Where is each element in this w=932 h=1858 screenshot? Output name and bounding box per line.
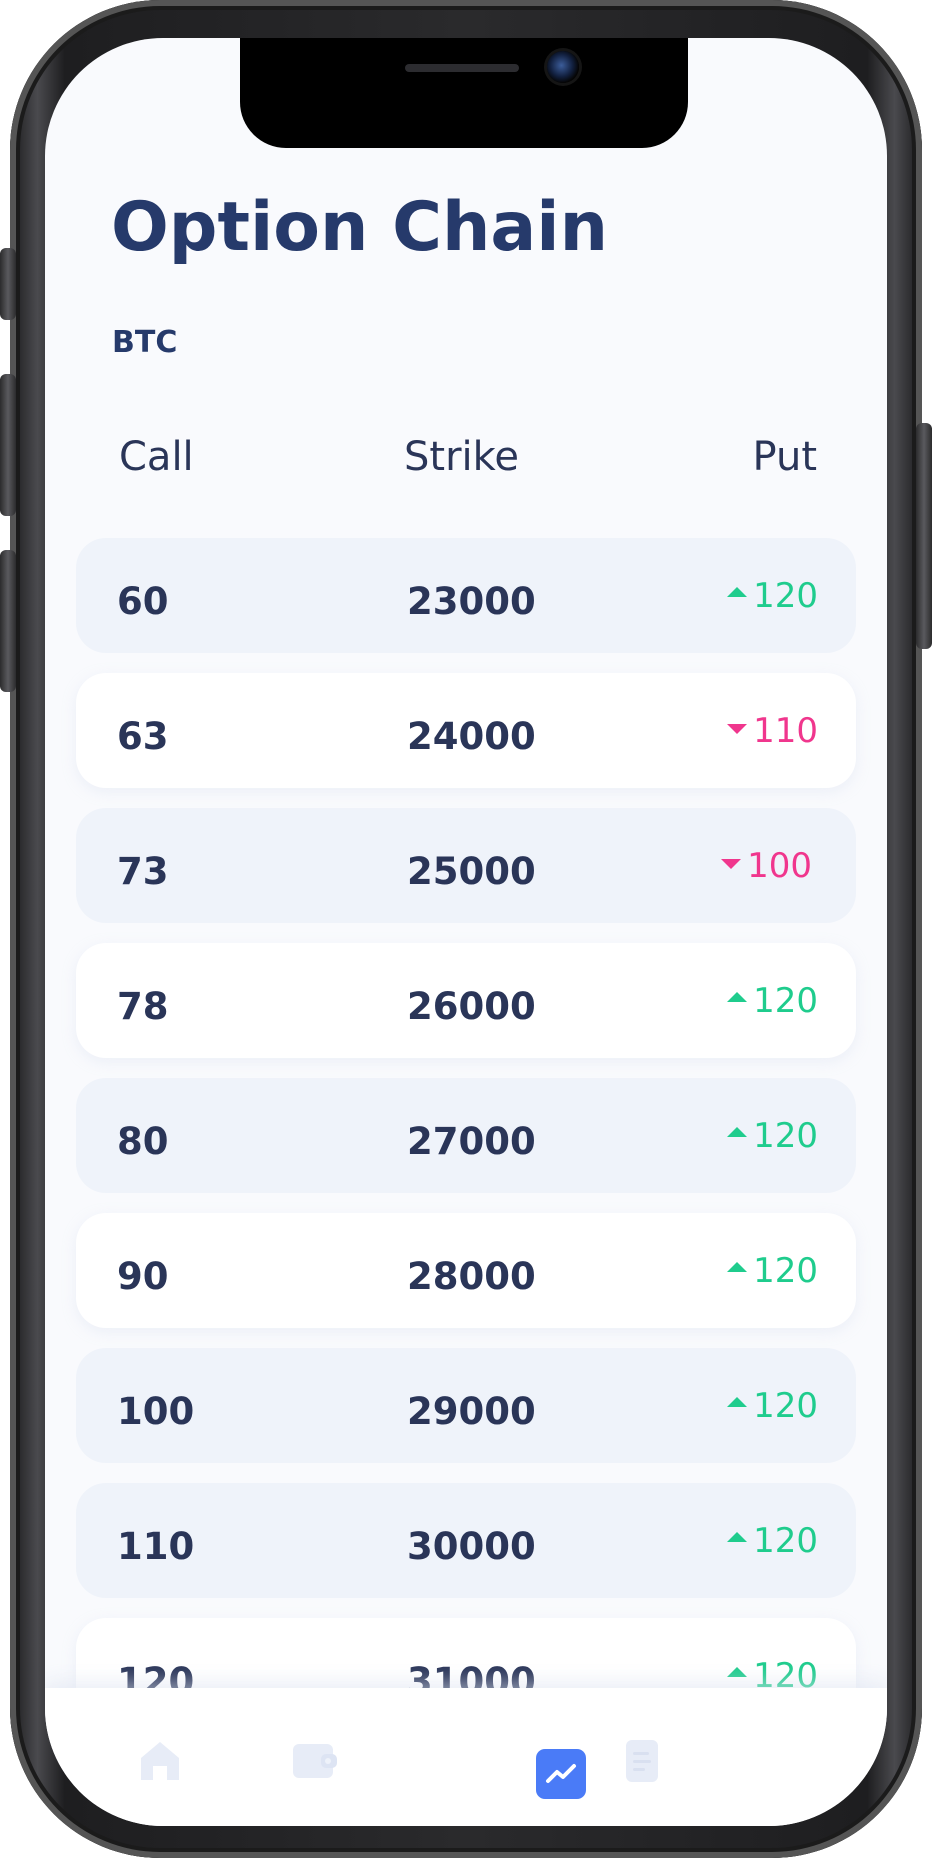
table-row[interactable]: 90 28000 120	[76, 1213, 856, 1328]
table-row[interactable]: 80 27000 120	[76, 1078, 856, 1193]
home-icon[interactable]	[137, 1738, 183, 1784]
side-button-volume-down	[0, 550, 16, 692]
camera-icon	[547, 51, 579, 83]
arrow-up-icon	[727, 1532, 748, 1542]
column-header-call: Call	[119, 434, 194, 480]
arrow-up-icon	[727, 1262, 748, 1272]
strike-value: 29000	[407, 1390, 536, 1433]
column-header-strike: Strike	[404, 434, 519, 480]
call-value: 100	[117, 1390, 195, 1433]
arrow-up-icon	[727, 1397, 748, 1407]
put-value: 120	[727, 576, 818, 616]
put-value: 120	[727, 981, 818, 1021]
put-value: 100	[721, 846, 812, 886]
table-row[interactable]: 63 24000 110	[76, 673, 856, 788]
put-value: 120	[727, 1386, 818, 1426]
app-screen: Option Chain BTC Call Strike Put 60 2300…	[45, 38, 887, 1826]
put-number: 120	[753, 1251, 818, 1291]
asset-label[interactable]: BTC	[112, 325, 177, 360]
put-value: 120	[727, 1251, 818, 1291]
speaker	[405, 64, 519, 72]
table-row[interactable]: 100 29000 120	[76, 1348, 856, 1463]
bottom-tab-bar	[45, 1688, 887, 1826]
call-value: 63	[117, 715, 169, 758]
call-value: 80	[117, 1120, 169, 1163]
put-number: 120	[753, 576, 818, 616]
call-value: 110	[117, 1525, 195, 1568]
strike-value: 27000	[407, 1120, 536, 1163]
table-row[interactable]: 110 30000 120	[76, 1483, 856, 1598]
chart-icon[interactable]	[536, 1749, 586, 1799]
strike-value: 28000	[407, 1255, 536, 1298]
put-number: 120	[753, 1521, 818, 1561]
document-icon[interactable]	[622, 1738, 662, 1784]
table-row[interactable]: 78 26000 120	[76, 943, 856, 1058]
table-row[interactable]: 73 25000 100	[76, 808, 856, 923]
side-button-mute	[0, 248, 16, 320]
call-value: 73	[117, 850, 169, 893]
wallet-icon[interactable]	[291, 1738, 341, 1784]
put-value: 120	[727, 1116, 818, 1156]
call-value: 78	[117, 985, 169, 1028]
strike-value: 26000	[407, 985, 536, 1028]
put-number: 100	[747, 846, 812, 886]
arrow-up-icon	[727, 587, 748, 597]
put-number: 120	[753, 1386, 818, 1426]
put-number: 120	[753, 1116, 818, 1156]
arrow-down-icon	[721, 859, 742, 869]
arrow-up-icon	[727, 992, 748, 1002]
put-value: 120	[727, 1521, 818, 1561]
arrow-up-icon	[727, 1667, 748, 1677]
put-value: 110	[727, 711, 818, 751]
side-button-volume-up	[0, 374, 16, 516]
strike-value: 25000	[407, 850, 536, 893]
strike-value: 23000	[407, 580, 536, 623]
option-chain-table: 60 23000 120 63 24000 110 73 25000 100 7…	[76, 538, 856, 1753]
arrow-up-icon	[727, 1127, 748, 1137]
page-title: Option Chain	[111, 188, 609, 267]
put-number: 120	[753, 981, 818, 1021]
call-value: 60	[117, 580, 169, 623]
notch	[240, 38, 688, 148]
table-row[interactable]: 60 23000 120	[76, 538, 856, 653]
column-header-put: Put	[752, 434, 817, 480]
put-number: 110	[753, 711, 818, 751]
arrow-down-icon	[727, 724, 748, 734]
call-value: 90	[117, 1255, 169, 1298]
side-button-power	[916, 423, 932, 649]
strike-value: 24000	[407, 715, 536, 758]
strike-value: 30000	[407, 1525, 536, 1568]
